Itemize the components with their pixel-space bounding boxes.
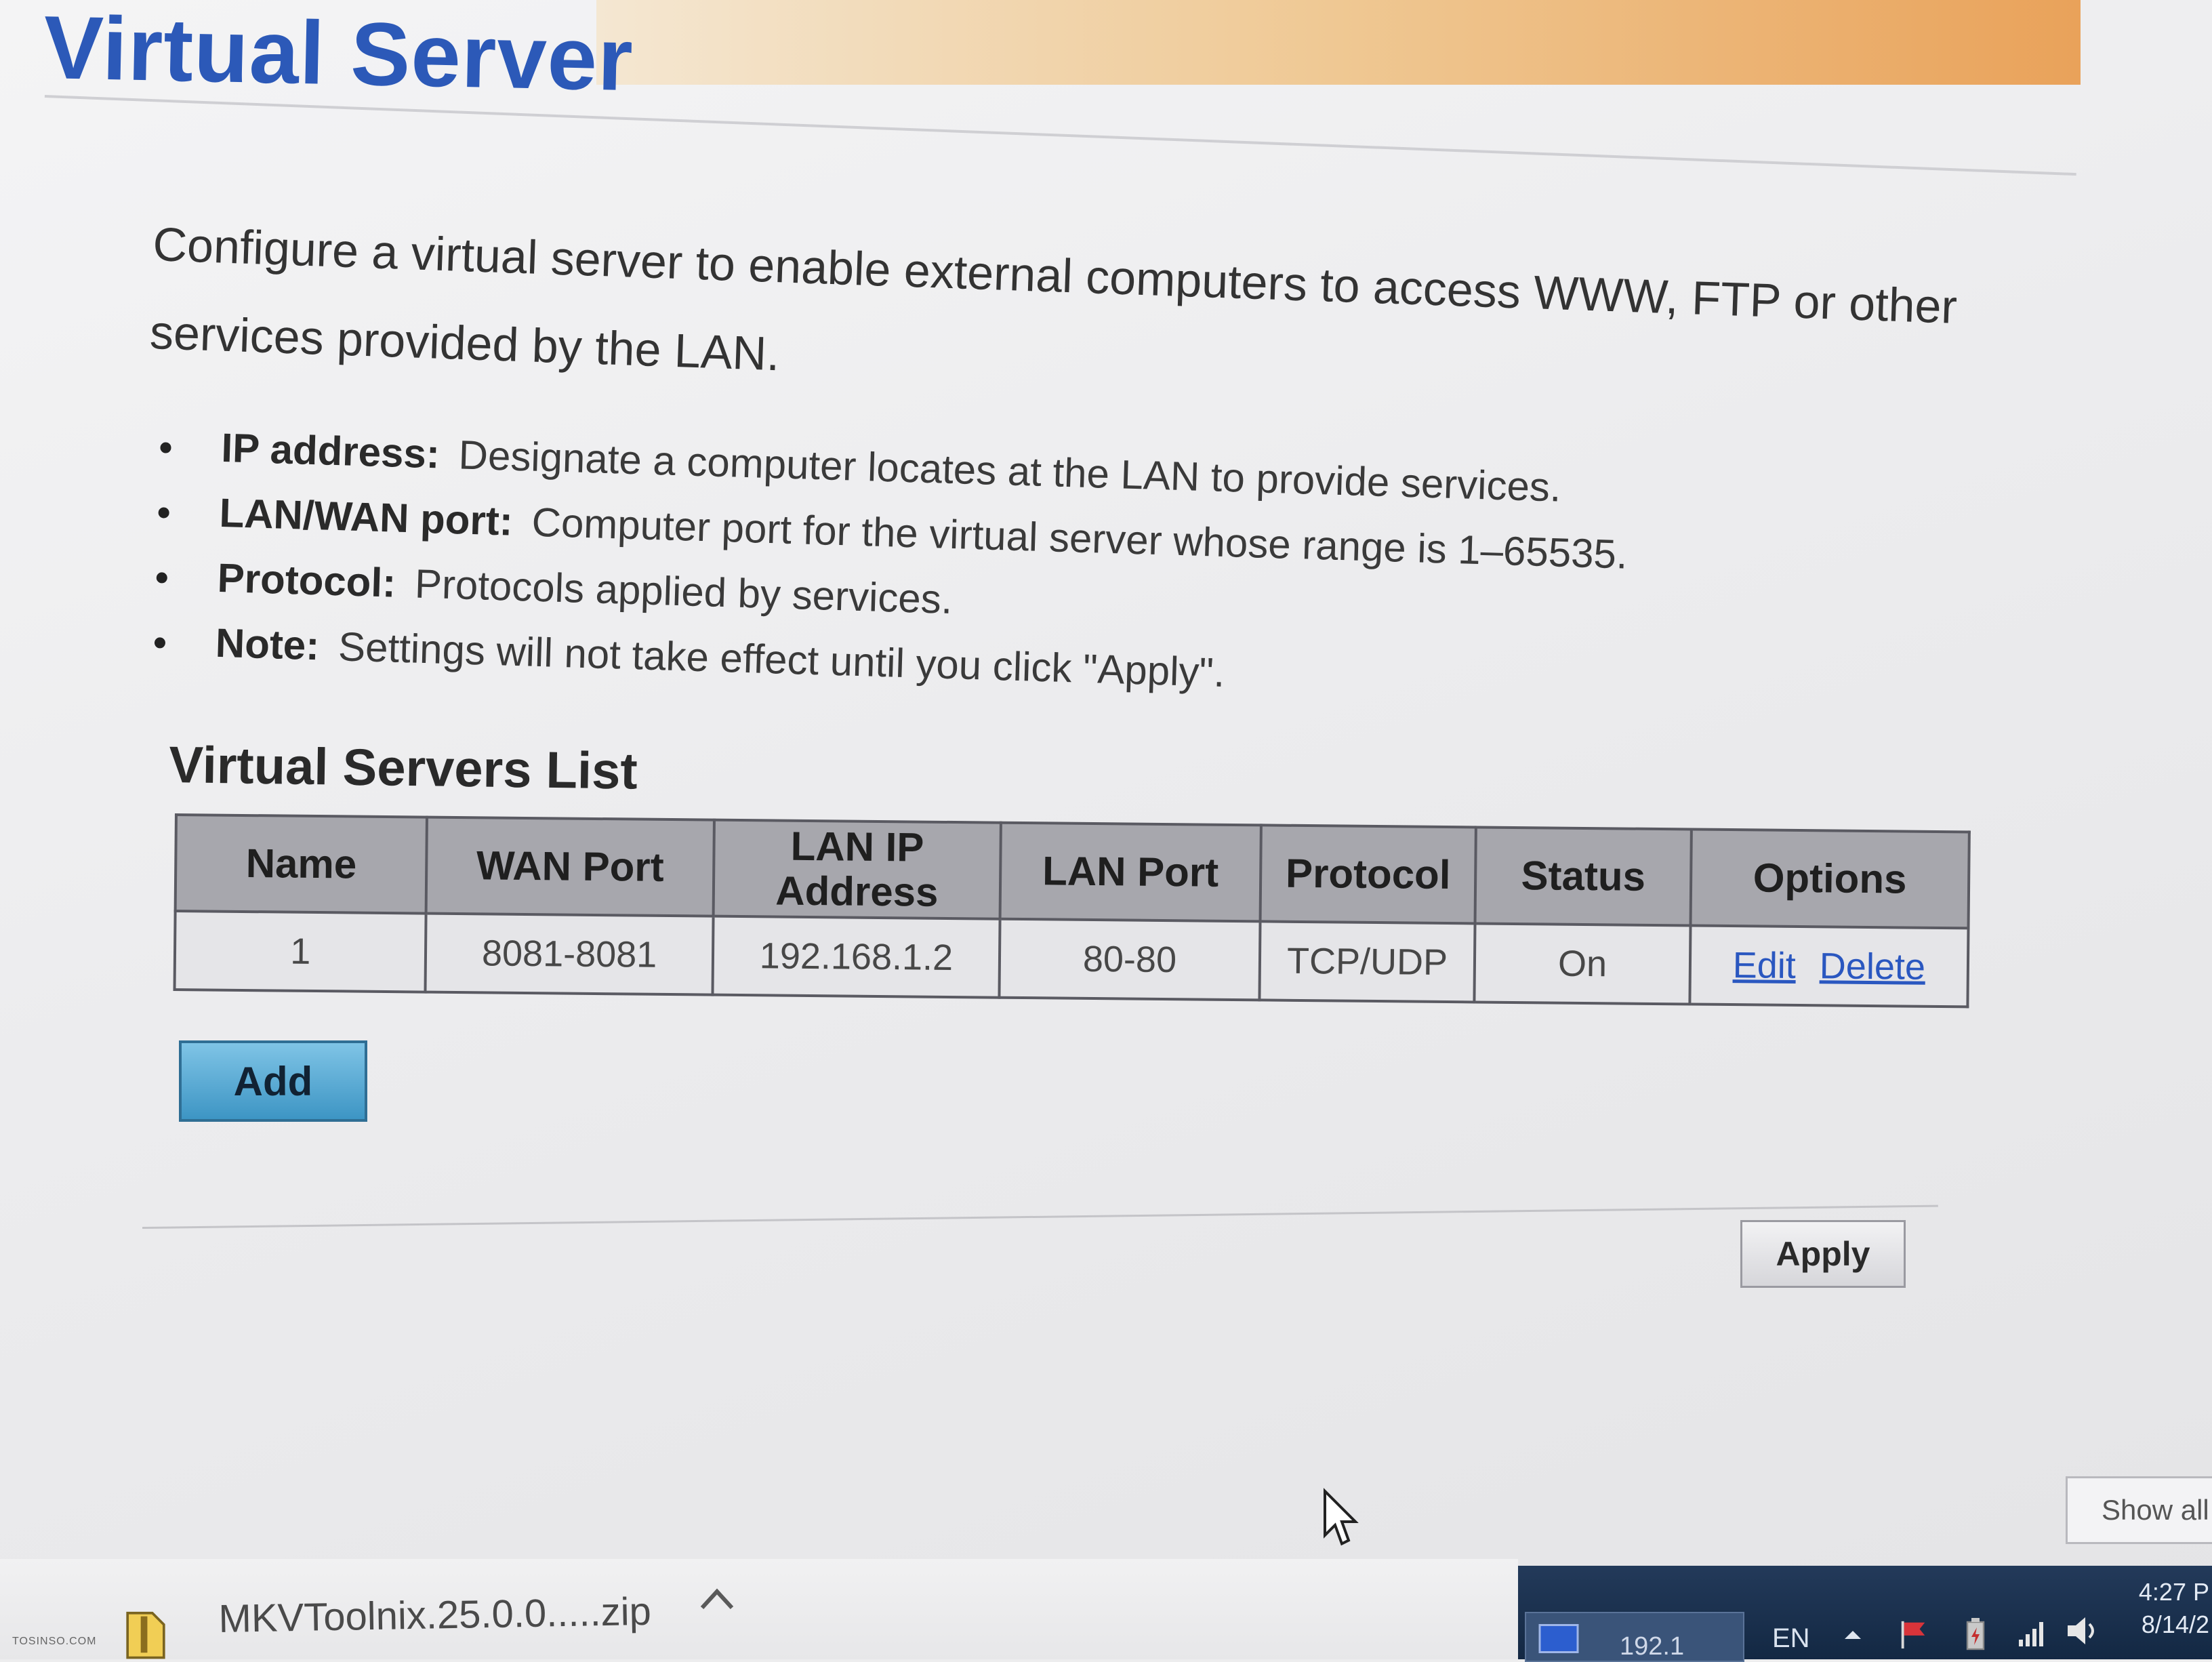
help-label: LAN/WAN port: [218,489,514,544]
title-divider [44,95,2076,176]
servers-list-title: Virtual Servers List [168,735,638,800]
flag-icon[interactable] [1898,1619,1929,1650]
language-indicator[interactable]: EN [1772,1623,1810,1654]
servers-table-wrap: Name WAN Port LAN IP Address LAN Port Pr… [173,813,1970,1008]
help-text: Protocols applied by services. [414,561,954,623]
col-header-status: Status [1475,827,1692,926]
header-band [596,0,2081,85]
zip-file-icon[interactable] [122,1606,169,1659]
cell-wan-port: 8081-8081 [425,913,714,995]
apply-button[interactable]: Apply [1740,1220,1906,1288]
bullet-icon [154,637,166,649]
intro-text: Configure a virtual server to enable ext… [148,217,1959,381]
help-label: Note: [215,620,321,669]
servers-table: Name WAN Port LAN IP Address LAN Port Pr… [173,813,1970,1008]
cell-lan-port: 80-80 [999,918,1261,1000]
edit-link[interactable]: Edit [1732,945,1796,986]
cell-protocol: TCP/UDP [1259,921,1475,1002]
router-admin-page: Virtual Server Configure a virtual serve… [0,0,2212,1662]
help-list: IP address: Designate a computer locates … [147,413,1984,728]
cursor-arrow-icon [1324,1488,1359,1546]
signal-icon[interactable] [2016,1617,2049,1649]
col-header-lan-port: LAN Port [1000,822,1261,922]
cell-status: On [1474,923,1691,1005]
table-row: 1 8081-8081 192.168.1.2 80-80 TCP/UDP On… [174,911,1969,1007]
watermark: TOSINSO.COM [12,1636,97,1647]
cell-name: 1 [174,911,427,992]
taskbar-app-label: 192.1 [1620,1632,1685,1661]
chevron-up-icon[interactable] [698,1585,736,1612]
col-header-wan-port: WAN Port [426,817,714,916]
col-header-protocol: Protocol [1260,825,1477,924]
download-file-name[interactable]: MKVToolnix.25.0.0.....zip [218,1589,651,1642]
col-header-options: Options [1690,829,1969,929]
cell-options: Edit Delete [1689,925,1969,1007]
bullet-icon [156,572,168,584]
power-icon[interactable] [1962,1617,1989,1652]
delete-link[interactable]: Delete [1820,946,1926,987]
clock-time: 4:27 P [2138,1578,2209,1606]
col-header-lan-ip: LAN IP Address [713,819,1002,919]
taskbar-clock[interactable]: 4:27 P 8/14/2 [2135,1576,2209,1641]
col-header-name: Name [175,815,428,914]
bottom-divider [142,1204,1938,1229]
help-label: Protocol: [216,554,397,606]
tray-expand-icon[interactable] [1843,1628,1862,1640]
show-all-button[interactable]: Show all [2066,1476,2212,1544]
cell-lan-ip: 192.168.1.2 [712,916,1000,998]
page-title: Virtual Server [43,0,634,110]
volume-icon[interactable] [2064,1612,2102,1650]
network-app-icon [1538,1624,1579,1653]
bullet-icon [158,507,169,519]
add-button[interactable]: Add [179,1040,367,1122]
clock-date: 8/14/2 [2141,1610,2209,1638]
table-header-row: Name WAN Port LAN IP Address LAN Port Pr… [175,815,1969,929]
help-label: IP address: [220,424,441,477]
bullet-icon [160,442,171,453]
